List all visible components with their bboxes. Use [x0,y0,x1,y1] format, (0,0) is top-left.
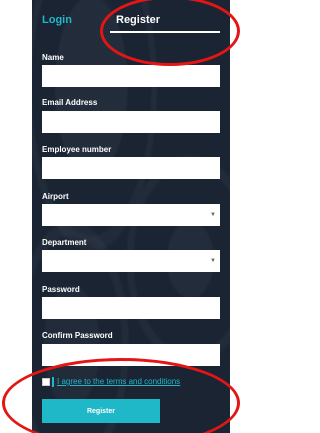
password-field[interactable] [42,297,220,319]
airport-label: Airport [42,192,69,201]
email-label: Email Address [42,98,98,107]
chevron-down-icon: ▼ [210,212,216,218]
name-label: Name [42,53,64,62]
chevron-down-icon: ▼ [210,258,216,264]
airport-select[interactable]: ▼ [42,204,220,226]
employee-number-label: Employee number [42,145,112,154]
name-field[interactable] [42,65,220,87]
tab-login[interactable]: Login [42,14,72,26]
password-label: Password [42,285,80,294]
confirm-password-label: Confirm Password [42,331,113,340]
email-field[interactable] [42,111,220,133]
employee-number-field[interactable] [42,157,220,179]
department-select[interactable]: ▼ [42,250,220,272]
department-label: Department [42,238,87,247]
